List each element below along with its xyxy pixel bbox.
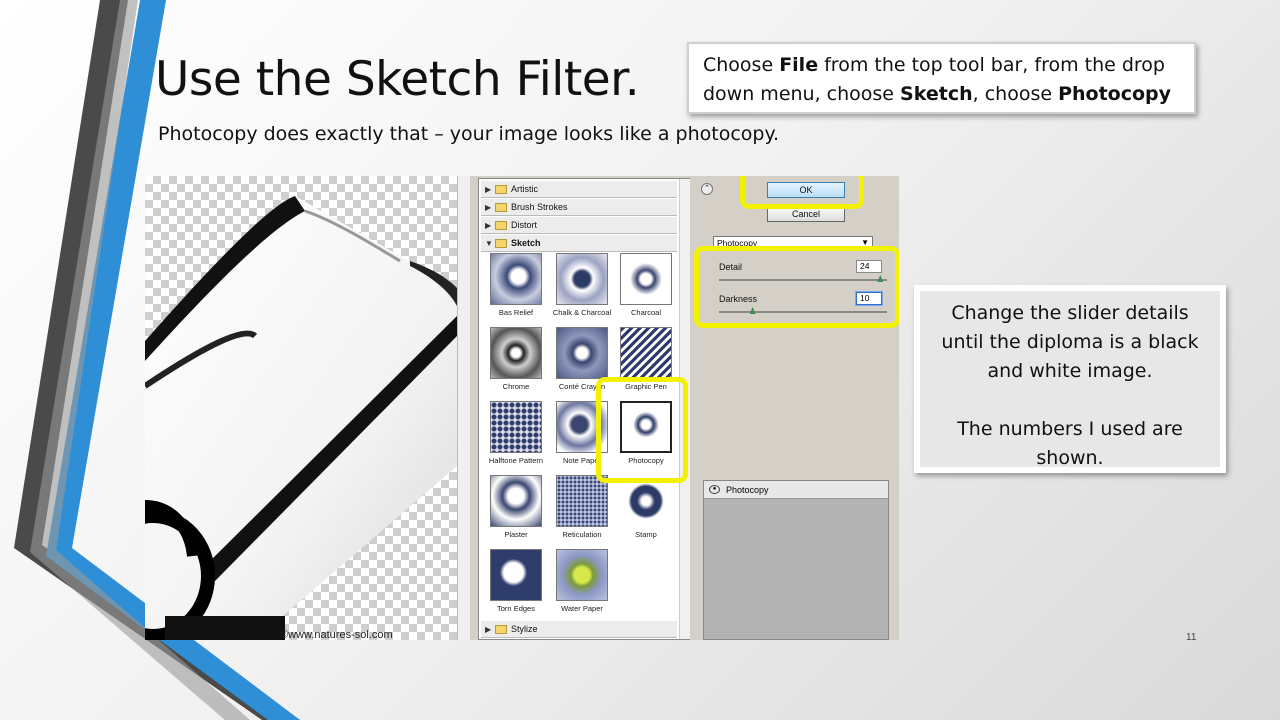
sliders-highlight (694, 246, 899, 328)
effect-layer-row[interactable]: ● Photocopy (704, 481, 888, 499)
collapse-icon[interactable]: ⌃ (701, 183, 713, 195)
chalk-charcoal-thumbnail (556, 253, 608, 305)
filter-label: Reticulation (562, 530, 602, 539)
canvas-scrollbar[interactable] (457, 176, 470, 640)
callout-bold-file: File (779, 54, 819, 76)
filter-label: Bas Relief (498, 308, 534, 317)
slide-subtitle: Photocopy does exactly that – your image… (158, 123, 780, 145)
filter-chalk-charcoal[interactable]: Chalk & Charcoal (549, 253, 615, 325)
filter-torn-edges[interactable]: Torn Edges (483, 549, 549, 621)
category-label: Stylize (511, 624, 538, 634)
filter-stamp[interactable]: Stamp (613, 475, 679, 547)
chrome-thumbnail (490, 327, 542, 379)
copyright-text: ©www.natures-sol.com (280, 629, 393, 640)
page-number: 11 (1186, 632, 1197, 643)
filter-label: Water Paper (561, 604, 603, 613)
category-label: Sketch (511, 238, 541, 248)
filter-label: Halftone Pattern (488, 456, 544, 465)
category-label: Distort (511, 220, 538, 230)
eye-icon[interactable]: ● (709, 485, 720, 494)
callout-text-1: Choose (703, 54, 780, 76)
category-distort[interactable]: ▶ Distort (481, 217, 677, 234)
category-sketch[interactable]: ▼ Sketch (481, 235, 677, 252)
filter-chrome[interactable]: Chrome (483, 327, 549, 399)
instruction-callout: Choose File from the top tool bar, from … (687, 42, 1196, 114)
filter-label: Stamp (635, 530, 657, 539)
category-brush-strokes[interactable]: ▶ Brush Strokes (481, 199, 677, 216)
collapsed-arrow-icon: ▶ (485, 203, 492, 212)
filter-water-paper[interactable]: Water Paper (549, 549, 615, 621)
filter-label: Plaster (504, 530, 528, 539)
water-paper-thumbnail (556, 549, 608, 601)
filter-bas-relief[interactable]: Bas Relief (483, 253, 549, 325)
slider-tip-callout: Change the slider details until the dipl… (914, 285, 1226, 473)
folder-icon (495, 221, 507, 230)
callout-bold-photocopy: Photocopy (1058, 83, 1172, 105)
photocopy-preview-image (145, 196, 457, 640)
folder-icon (495, 185, 507, 194)
tip-line-2: The numbers I used are shown. (957, 418, 1183, 469)
collapsed-arrow-icon: ▶ (485, 185, 492, 194)
charcoal-thumbnail (620, 253, 672, 305)
tip-spacer (932, 386, 1208, 415)
category-label: Brush Strokes (511, 202, 568, 212)
graphic-pen-thumbnail (620, 327, 672, 379)
expanded-arrow-icon: ▼ (485, 239, 493, 248)
filter-reticulation[interactable]: Reticulation (549, 475, 615, 547)
effect-layer-name: Photocopy (726, 485, 769, 495)
reticulation-thumbnail (556, 475, 608, 527)
ok-button-highlight (740, 176, 864, 209)
effect-layers-panel: ● Photocopy (703, 480, 889, 640)
filter-gallery-screenshot: ©www.natures-sol.com ▶ Artistic ▶ Brush St… (145, 176, 899, 640)
bas-relief-thumbnail (490, 253, 542, 305)
slide-title: Use the Sketch Filter. (155, 52, 640, 107)
filter-label: Chrome (502, 382, 530, 391)
halftone-pattern-thumbnail (490, 401, 542, 453)
torn-edges-thumbnail (490, 549, 542, 601)
callout-bold-sketch: Sketch (900, 83, 973, 105)
tip-line-1: Change the slider details until the dipl… (941, 302, 1199, 382)
collapsed-arrow-icon: ▶ (485, 221, 492, 230)
photocopy-highlight (596, 377, 688, 483)
folder-open-icon (495, 239, 507, 248)
category-stylize[interactable]: ▶ Stylize (481, 621, 677, 638)
callout-text-3: , choose (972, 83, 1059, 105)
filter-label: Charcoal (630, 308, 661, 317)
collapsed-arrow-icon: ▶ (485, 625, 492, 634)
category-artistic[interactable]: ▶ Artistic (481, 181, 677, 198)
conte-crayon-thumbnail (556, 327, 608, 379)
filter-halftone-pattern[interactable]: Halftone Pattern (483, 401, 549, 473)
filter-label: Chalk & Charcoal (552, 308, 612, 317)
filter-plaster[interactable]: Plaster (483, 475, 549, 547)
preview-canvas: ©www.natures-sol.com (145, 176, 470, 640)
filter-label: Torn Edges (497, 604, 535, 613)
filter-charcoal[interactable]: Charcoal (613, 253, 679, 325)
category-label: Artistic (511, 184, 538, 194)
plaster-thumbnail (490, 475, 542, 527)
folder-icon (495, 203, 507, 212)
folder-icon (495, 625, 507, 634)
